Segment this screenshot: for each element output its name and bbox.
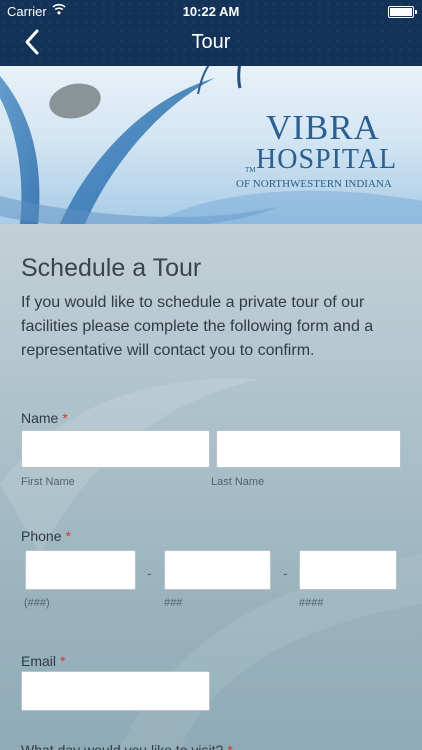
brand-location: OF NORTHWESTERN INDIANA [236, 178, 392, 190]
brand-name-hospital: HOSPITAL [256, 144, 398, 175]
required-asterisk: * [62, 410, 68, 426]
visit-day-label-text: What day would you like to visit? [21, 742, 224, 750]
phone-area-code-input[interactable] [25, 550, 136, 590]
name-label-text: Name [21, 410, 59, 426]
status-time: 10:22 AM [182, 4, 240, 19]
required-asterisk: * [60, 653, 66, 669]
phone-area-hint: (###) [24, 597, 50, 609]
hospital-banner: VIBRA TM HOSPITAL OF NORTHWESTERN INDIAN… [0, 66, 422, 224]
battery-icon [388, 6, 417, 18]
phone-line-hint: #### [299, 597, 324, 609]
email-field-label: Email * [21, 653, 65, 669]
required-asterisk: * [227, 742, 233, 750]
brand-tm-mark: TM [245, 166, 256, 174]
phone-field-label: Phone * [21, 528, 71, 544]
phone-label-text: Phone [21, 528, 62, 544]
email-input[interactable] [21, 671, 210, 711]
app-header: Carrier 10:22 AM Tour [0, 0, 422, 66]
phone-separator: - [283, 565, 288, 581]
name-field-label: Name * [21, 410, 68, 426]
last-name-input[interactable] [216, 430, 401, 468]
first-name-hint: First Name [21, 476, 75, 488]
last-name-hint: Last Name [211, 476, 265, 488]
brand-name-vibra: VIBRA [266, 108, 380, 147]
page-title: Schedule a Tour [21, 254, 202, 282]
first-name-input[interactable] [21, 430, 210, 468]
intro-text: If you would like to schedule a private … [21, 294, 374, 359]
nav-title: Tour [191, 31, 231, 53]
phone-separator: - [147, 565, 152, 581]
phone-prefix-hint: ### [164, 597, 183, 609]
phone-prefix-input[interactable] [164, 550, 271, 590]
required-asterisk: * [65, 528, 71, 544]
email-label-text: Email [21, 653, 57, 669]
visit-day-field-label: What day would you like to visit? * [21, 742, 233, 750]
vibra-logo-icon [197, 66, 242, 95]
tour-form-panel: Schedule a Tour If you would like to sch… [0, 224, 422, 750]
phone-line-input[interactable] [299, 550, 397, 590]
status-bar: Carrier 10:22 AM [0, 0, 422, 24]
